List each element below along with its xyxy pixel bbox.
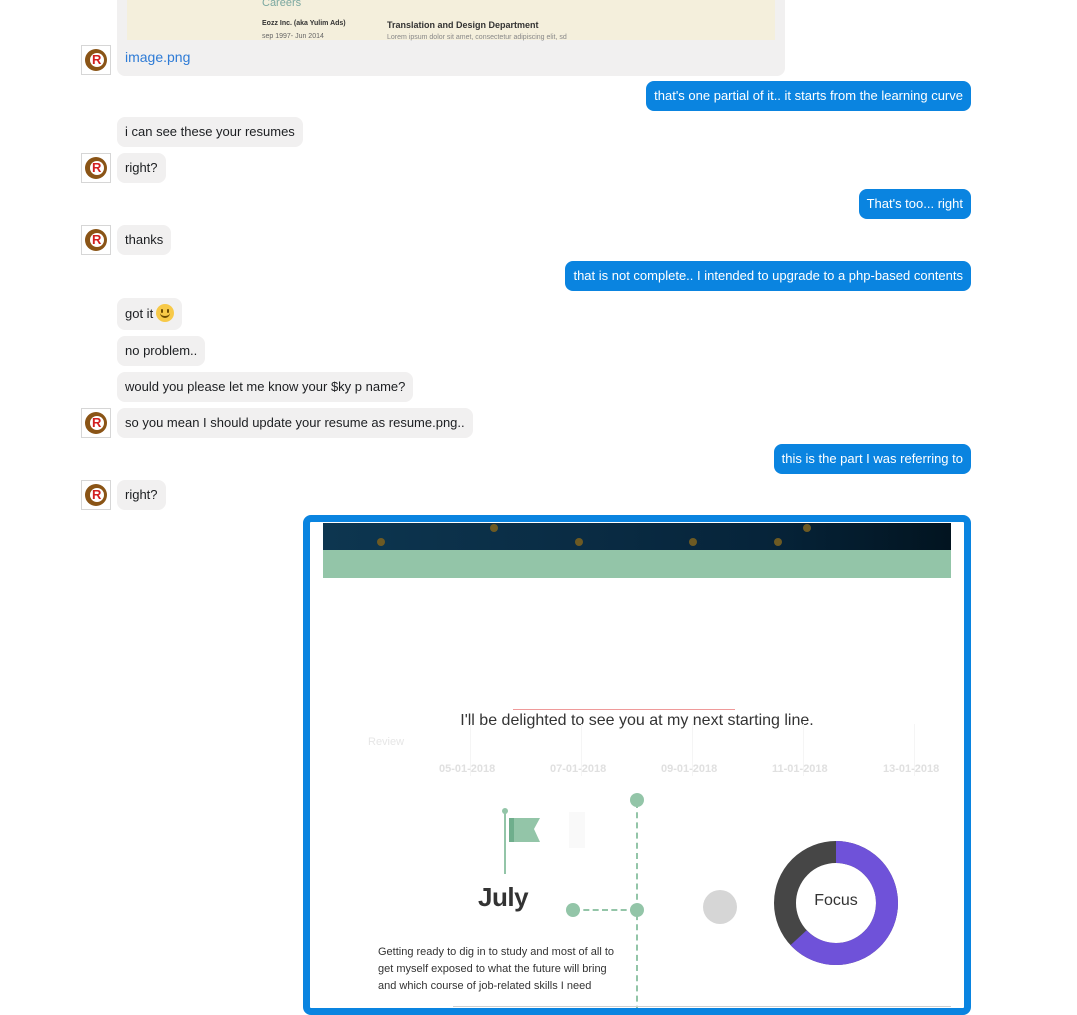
timeline-node	[630, 903, 644, 917]
message-outgoing[interactable]: That's too... right	[858, 189, 971, 219]
timeline-header-band	[323, 523, 951, 550]
preview-company: Eozz Inc. (aka Yulim Ads)	[262, 20, 346, 27]
message-outgoing[interactable]: that is not complete.. I intended to upg…	[565, 261, 971, 291]
message-text: got it	[125, 306, 154, 321]
message-incoming[interactable]: so you mean I should update your resume …	[117, 408, 473, 438]
avatar-letter: R	[92, 52, 102, 67]
message-text: i can see these your resumes	[125, 124, 295, 139]
message-text: so you mean I should update your resume …	[125, 415, 465, 430]
avatar[interactable]: R	[81, 153, 111, 183]
attachment-bubble[interactable]: Careers Eozz Inc. (aka Yulim Ads) sep 19…	[117, 0, 785, 76]
divider	[453, 1006, 951, 1007]
flag-pole	[504, 812, 506, 874]
avatar[interactable]: R	[81, 45, 111, 75]
avatar-letter: R	[92, 487, 102, 502]
message-text: right?	[125, 487, 158, 502]
preview-department: Translation and Design Department	[387, 20, 539, 30]
message-incoming[interactable]: would you please let me know your $ky p …	[117, 372, 414, 402]
timeline-node	[566, 903, 580, 917]
flag-icon	[509, 818, 540, 842]
message-text: no problem..	[125, 343, 198, 358]
avatar-letter: R	[92, 160, 102, 175]
message-text: that is not complete.. I intended to upg…	[573, 268, 963, 283]
axis-date: 07-01-2018	[550, 763, 607, 775]
avatar[interactable]: R	[81, 480, 111, 510]
smiley-emoji-icon	[156, 304, 175, 322]
message-incoming[interactable]: right?	[117, 153, 166, 183]
message-text: thanks	[125, 232, 164, 247]
axis-date: 13-01-2018	[883, 763, 940, 775]
attachment-filename-link[interactable]: image.png	[125, 49, 190, 65]
tagline: I'll be delighted to see you at my next …	[460, 712, 814, 729]
avatar-letter: R	[92, 232, 102, 247]
message-incoming[interactable]: i can see these your resumes	[117, 117, 303, 147]
preview-section-title: Careers	[262, 0, 302, 9]
message-text: right?	[125, 160, 158, 175]
avatar[interactable]: R	[81, 408, 111, 438]
review-label: Review	[368, 736, 405, 748]
message-incoming[interactable]: thanks	[117, 225, 172, 255]
axis-date: 09-01-2018	[661, 763, 718, 775]
timeline-node	[630, 793, 644, 807]
month-description: Getting ready to dig in to study and mos…	[378, 946, 615, 992]
message-incoming[interactable]: got it	[117, 298, 183, 330]
faint-panel	[569, 812, 585, 848]
green-banner	[323, 550, 951, 578]
message-outgoing[interactable]: this is the part I was referring to	[773, 444, 971, 474]
preview-body: Lorem ipsum dolor sit amet, consectetur …	[387, 34, 567, 41]
month-title: July	[478, 882, 529, 912]
message-incoming[interactable]: right?	[117, 480, 166, 510]
donut-label: Focus	[814, 892, 858, 909]
message-outgoing[interactable]: that's one partial of it.. it starts fro…	[646, 81, 971, 111]
message-text: That's too... right	[866, 196, 963, 211]
shared-image-message[interactable]: I'll be delighted to see you at my next …	[303, 515, 971, 1015]
attachment-preview-image[interactable]: Careers Eozz Inc. (aka Yulim Ads) sep 19…	[127, 0, 775, 41]
avatar-letter: R	[92, 415, 102, 430]
message-text: this is the part I was referring to	[781, 451, 963, 466]
message-text: would you please let me know your $ky p …	[125, 379, 406, 394]
gray-marker	[703, 890, 737, 924]
message-incoming[interactable]: no problem..	[117, 336, 206, 366]
axis-date: 05-01-2018	[439, 763, 496, 775]
axis-date: 11-01-2018	[772, 763, 828, 775]
timeline-branch-line	[574, 909, 636, 911]
avatar[interactable]: R	[81, 225, 111, 255]
accent-line	[513, 709, 735, 710]
message-text: that's one partial of it.. it starts fro…	[654, 88, 963, 103]
preview-dates: sep 1997- Jun 2014	[262, 33, 324, 40]
